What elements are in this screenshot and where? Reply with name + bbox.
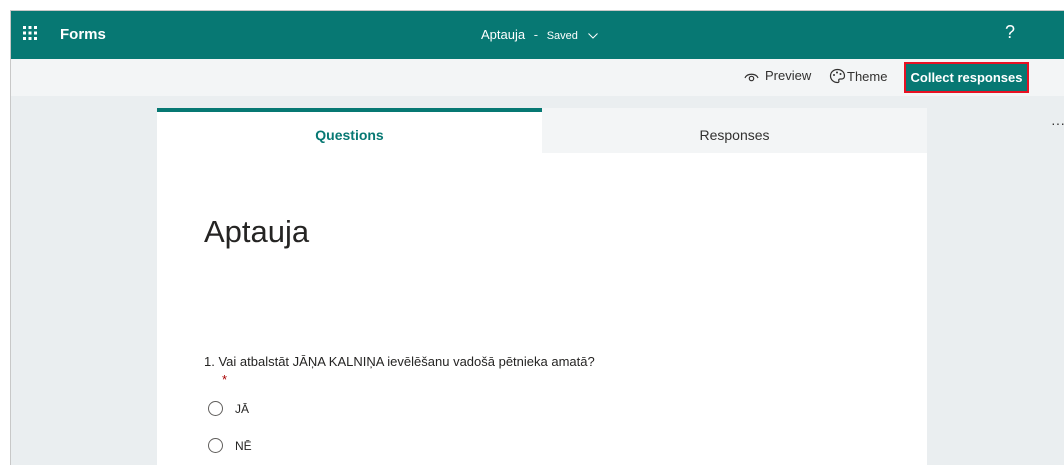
app-name[interactable]: Forms: [60, 26, 106, 43]
required-marker: *: [222, 372, 228, 387]
radio-button[interactable]: [208, 438, 223, 454]
option-ja[interactable]: JĀ: [208, 401, 250, 417]
document-title: Aptauja: [481, 27, 526, 42]
preview-label: Preview: [765, 68, 812, 83]
forms-window: Forms Aptauja - Saved ? Preview Theme ··…: [10, 10, 1064, 465]
eye-icon: [744, 73, 759, 82]
save-status: Saved: [546, 30, 578, 42]
document-title-menu[interactable]: Aptauja - Saved: [481, 27, 598, 42]
tab-questions[interactable]: Questions: [157, 108, 542, 153]
question-title[interactable]: 1. Vai atbalstāt JĀŅA KALNIŅA ievēlēšanu…: [204, 354, 595, 369]
app-launcher-icon[interactable]: [23, 26, 37, 40]
radio-button[interactable]: [208, 401, 223, 417]
theme-label: Theme: [847, 69, 888, 84]
title-separator: -: [533, 27, 539, 42]
more-options-button[interactable]: ···: [1051, 115, 1064, 131]
theme-button[interactable]: Theme: [829, 68, 887, 84]
form-title[interactable]: Aptauja: [204, 214, 309, 250]
tab-responses[interactable]: Responses: [542, 108, 927, 153]
option-label: NĒ: [235, 438, 252, 453]
top-bar: Forms Aptauja - Saved ?: [11, 11, 1064, 59]
chevron-down-icon: [587, 32, 598, 39]
option-label: JĀ: [235, 401, 250, 416]
help-button[interactable]: ?: [1005, 22, 1015, 43]
collect-responses-button[interactable]: Collect responses: [904, 62, 1029, 93]
palette-icon: [829, 68, 846, 84]
form-card: Questions Responses Aptauja 1. Vai atbal…: [157, 108, 927, 465]
preview-button[interactable]: Preview: [744, 68, 811, 83]
option-ne[interactable]: NĒ: [208, 438, 252, 454]
